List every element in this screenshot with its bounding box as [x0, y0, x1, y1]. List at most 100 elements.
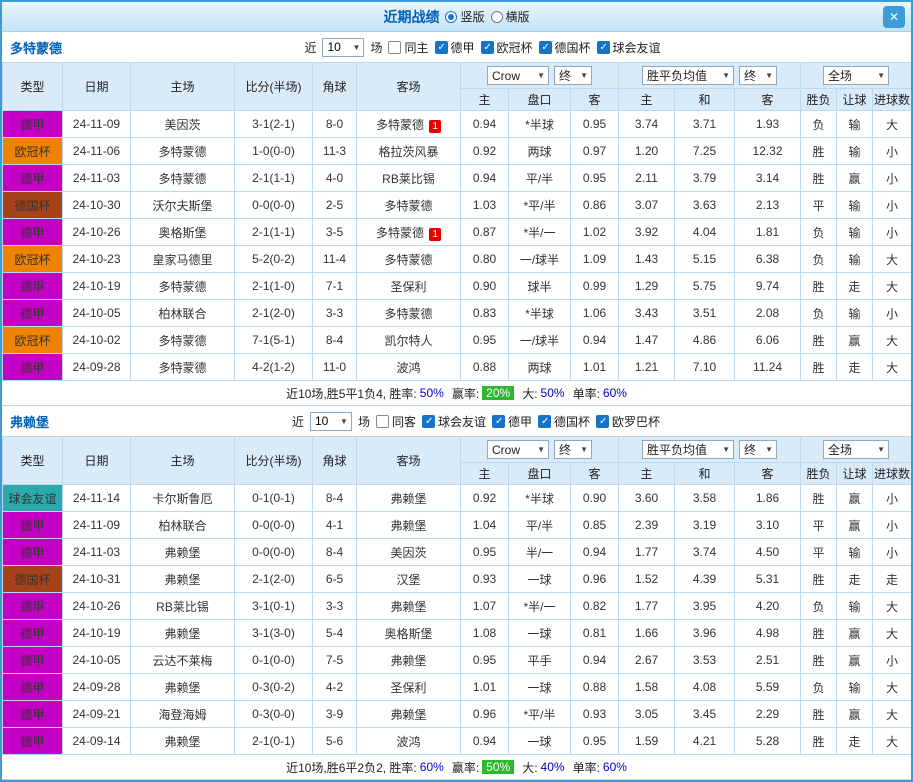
recent-count-select[interactable]: 10 ▼ — [322, 38, 364, 57]
away-team: 格拉茨风暴 — [357, 138, 461, 165]
games-label: 场 — [370, 39, 382, 56]
avg-away: 1.81 — [735, 219, 801, 246]
league-type-badge: 德国杯 — [3, 192, 63, 219]
checkbox-checked-icon — [596, 415, 609, 428]
avg-away: 9.74 — [735, 273, 801, 300]
away-team: 波鸿 — [357, 728, 461, 755]
scope-select[interactable]: 全场 ▼ — [823, 66, 889, 85]
score: 2-1(1-0) — [235, 273, 313, 300]
recent-count-select[interactable]: 10 ▼ — [310, 412, 352, 431]
odds-company-select[interactable]: Crow ▼ — [487, 440, 549, 459]
result-wdl: 平 — [801, 192, 837, 219]
avg-final-select[interactable]: 终 ▼ — [739, 440, 777, 459]
away-team: 圣保利 — [357, 674, 461, 701]
match-date: 24-10-19 — [63, 273, 131, 300]
result-wdl: 平 — [801, 539, 837, 566]
scope-select[interactable]: 全场 ▼ — [823, 440, 889, 459]
league-type-badge: 球会友谊 — [3, 485, 63, 512]
home-team: 多特蒙德 — [131, 138, 235, 165]
league-filter-checkbox[interactable]: 德甲 — [435, 39, 475, 56]
odds-home: 1.04 — [461, 512, 509, 539]
result-handicap: 赢 — [837, 512, 873, 539]
odds-away: 0.94 — [571, 539, 619, 566]
avg-final-select[interactable]: 终 ▼ — [739, 66, 777, 85]
avg-home: 1.47 — [619, 327, 675, 354]
odds-home: 1.08 — [461, 620, 509, 647]
red-card-badge: 1 — [429, 120, 441, 133]
same-venue-checkbox[interactable]: 同客 — [376, 413, 416, 430]
match-date: 24-10-31 — [63, 566, 131, 593]
odds-company-select[interactable]: Crow ▼ — [487, 66, 549, 85]
sub-avg-home: 主 — [619, 89, 675, 111]
sub-result: 胜负 — [801, 463, 837, 485]
avg-draw: 5.15 — [675, 246, 735, 273]
chevron-down-icon: ▼ — [877, 71, 885, 80]
away-team: 多特蒙德 — [357, 246, 461, 273]
corners: 4-2 — [313, 674, 357, 701]
odds-away: 0.93 — [571, 701, 619, 728]
big-rate-value: 50% — [541, 386, 565, 400]
league-filter-checkbox[interactable]: 欧罗巴杯 — [596, 413, 660, 430]
col-date: 日期 — [63, 63, 131, 111]
league-filter-checkbox[interactable]: 球会友谊 — [422, 413, 486, 430]
score: 5-2(0-2) — [235, 246, 313, 273]
match-date: 24-09-21 — [63, 701, 131, 728]
layout-horizontal-radio[interactable]: 横版 — [491, 8, 530, 25]
col-home: 主场 — [131, 63, 235, 111]
league-filter-label: 球会友谊 — [613, 39, 661, 56]
league-filter-checkbox[interactable]: 德国杯 — [538, 413, 590, 430]
corners: 7-1 — [313, 273, 357, 300]
corners: 8-4 — [313, 327, 357, 354]
avg-home: 2.11 — [619, 165, 675, 192]
layout-vertical-radio[interactable]: 竖版 — [445, 8, 484, 25]
odds-rate-value: 20% — [482, 386, 514, 400]
chevron-down-icon: ▼ — [722, 71, 730, 80]
single-rate-label: 单率: — [573, 759, 600, 776]
avg-away: 2.51 — [735, 647, 801, 674]
result-wdl: 胜 — [801, 701, 837, 728]
odds-home: 1.03 — [461, 192, 509, 219]
avg-home: 1.58 — [619, 674, 675, 701]
summary-bar: 近10场,胜5平1负4, 胜率: 50% 赢率: 20% 大: 50% 单率: … — [2, 381, 911, 406]
score: 3-1(0-1) — [235, 593, 313, 620]
away-team: 波鸿 — [357, 354, 461, 381]
odds-final-select[interactable]: 终 ▼ — [554, 440, 592, 459]
avg-odds-select[interactable]: 胜平负均值 ▼ — [642, 440, 734, 459]
score: 4-2(1-2) — [235, 354, 313, 381]
corners: 3-9 — [313, 701, 357, 728]
league-filter-checkbox[interactable]: 球会友谊 — [597, 39, 661, 56]
home-team: 弗赖堡 — [131, 728, 235, 755]
odds-home: 0.94 — [461, 165, 509, 192]
score: 0-3(0-0) — [235, 701, 313, 728]
close-button[interactable]: ✕ — [883, 6, 905, 28]
score: 0-1(0-1) — [235, 485, 313, 512]
corners: 4-1 — [313, 512, 357, 539]
result-wdl: 胜 — [801, 327, 837, 354]
odds-away: 1.01 — [571, 354, 619, 381]
match-row: 欧冠杯24-10-02多特蒙德7-1(5-1)8-4凯尔特人0.95一/球半0.… — [3, 327, 912, 354]
avg-draw: 3.71 — [675, 111, 735, 138]
league-filter-checkbox[interactable]: 德甲 — [492, 413, 532, 430]
away-team: 弗赖堡 — [357, 485, 461, 512]
match-row: 德甲24-11-03多特蒙德2-1(1-1)4-0RB莱比锡0.94平/半0.9… — [3, 165, 912, 192]
odds-final-select[interactable]: 终 ▼ — [554, 66, 592, 85]
odds-away: 1.09 — [571, 246, 619, 273]
avg-away: 2.13 — [735, 192, 801, 219]
team-section-dortmund: 多特蒙德 近 10 ▼ 场 同主 德甲欧冠杯德国杯球会友谊 — [2, 32, 911, 406]
league-filter-checkbox[interactable]: 欧冠杯 — [481, 39, 533, 56]
avg-group-header: 胜平负均值 ▼ 终 ▼ — [619, 63, 801, 89]
avg-odds-select[interactable]: 胜平负均值 ▼ — [642, 66, 734, 85]
chevron-down-icon: ▼ — [765, 71, 773, 80]
result-wdl: 胜 — [801, 485, 837, 512]
handicap: *平/半 — [509, 701, 571, 728]
result-goals: 大 — [873, 327, 912, 354]
league-filters: 球会友谊德甲德国杯欧罗巴杯 — [422, 413, 660, 430]
league-filter-checkbox[interactable]: 德国杯 — [539, 39, 591, 56]
odds-home: 0.80 — [461, 246, 509, 273]
avg-away: 2.29 — [735, 701, 801, 728]
same-venue-checkbox[interactable]: 同主 — [388, 39, 428, 56]
handicap: 一球 — [509, 674, 571, 701]
avg-away: 4.98 — [735, 620, 801, 647]
odds-home: 1.01 — [461, 674, 509, 701]
col-score: 比分(半场) — [235, 63, 313, 111]
